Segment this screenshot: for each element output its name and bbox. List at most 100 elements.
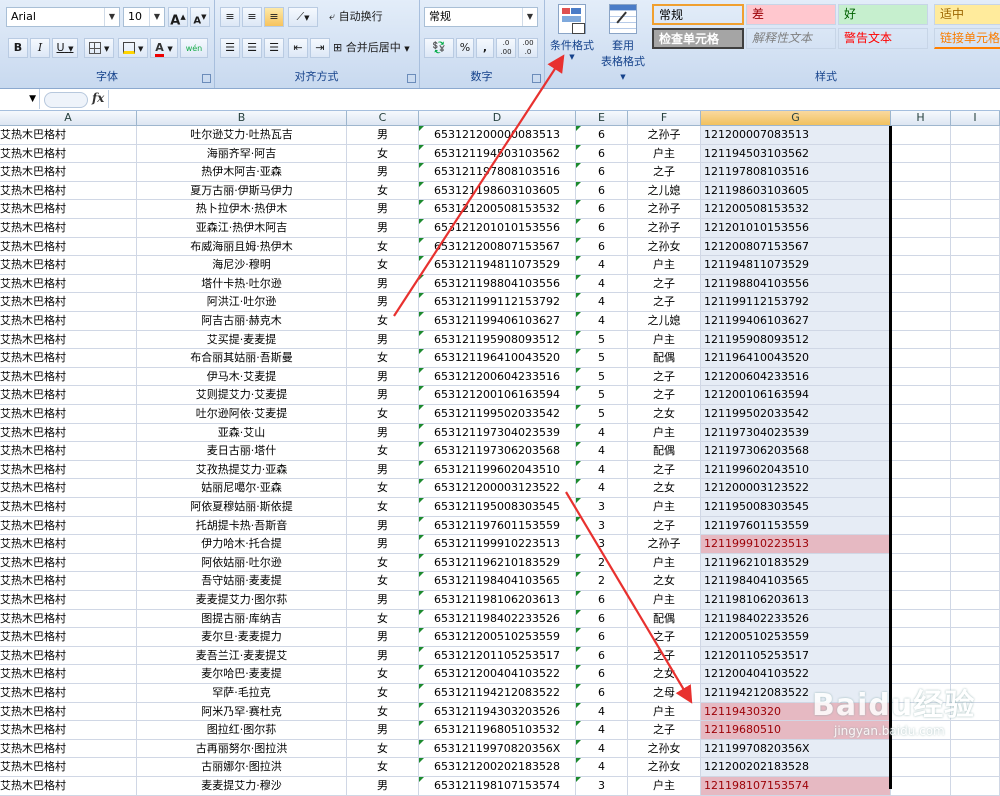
cell-e[interactable]: 6 xyxy=(576,219,628,238)
alignment-dialog-launcher-icon[interactable] xyxy=(407,74,416,83)
cell-g[interactable]: 121197306203568 xyxy=(701,442,891,461)
font-name-combo[interactable]: Arial ▼ xyxy=(6,7,120,27)
cell-c[interactable]: 男 xyxy=(347,591,419,610)
style-explanatory[interactable]: 解释性文本 xyxy=(746,28,836,49)
cell-i[interactable] xyxy=(951,126,1000,145)
align-center-icon[interactable]: ☰ xyxy=(242,38,262,58)
cell-c[interactable]: 男 xyxy=(347,423,419,443)
cell-c[interactable]: 男 xyxy=(347,628,419,647)
align-top-icon[interactable]: ≡ xyxy=(220,7,240,27)
column-header-c[interactable]: C xyxy=(347,111,419,126)
cell-e[interactable]: 4 xyxy=(576,293,628,312)
cell-c[interactable]: 男 xyxy=(347,200,419,219)
cell-b[interactable]: 夏万古丽·伊斯马伊力 xyxy=(137,181,347,201)
cell-i[interactable] xyxy=(951,349,1000,368)
cell-d[interactable]: 653121198107153574 xyxy=(419,777,576,796)
cell-g[interactable]: 121198106203613 xyxy=(701,591,891,610)
cell-e[interactable]: 6 xyxy=(576,126,628,145)
cell-c[interactable]: 男 xyxy=(347,516,419,536)
cell-e[interactable]: 6 xyxy=(576,181,628,201)
cell-g[interactable]: 121201010153556 xyxy=(701,219,891,238)
cell-h[interactable] xyxy=(891,591,951,610)
cell-c[interactable]: 女 xyxy=(347,498,419,517)
cell-c[interactable]: 女 xyxy=(347,349,419,368)
cell-c[interactable]: 男 xyxy=(347,386,419,405)
cell-d[interactable]: 653121197808103516 xyxy=(419,163,576,182)
cell-h[interactable] xyxy=(891,516,951,536)
cell-f[interactable]: 之孙子 xyxy=(628,535,701,554)
cell-b[interactable]: 阿米乃罕·赛杜克 xyxy=(137,702,347,722)
cell-b[interactable]: 热卜拉伊木·热伊木 xyxy=(137,200,347,219)
cell-a[interactable]: 艾热木巴格村 xyxy=(0,144,137,164)
cell-e[interactable]: 6 xyxy=(576,628,628,647)
currency-button[interactable]: 💱 xyxy=(424,38,454,58)
cell-a[interactable]: 艾热木巴格村 xyxy=(0,330,137,350)
cell-a[interactable]: 艾热木巴格村 xyxy=(0,758,137,777)
cell-b[interactable]: 塔什卡热·吐尔逊 xyxy=(137,274,347,294)
cell-g[interactable]: 121195008303545 xyxy=(701,498,891,517)
cell-b[interactable]: 麦尔哈巴·麦麦提 xyxy=(137,665,347,684)
chevron-down-icon[interactable]: ▼ xyxy=(29,94,36,104)
cell-d[interactable]: 653121199406103627 xyxy=(419,312,576,331)
cell-a[interactable]: 艾热木巴格村 xyxy=(0,405,137,424)
cell-f[interactable]: 户主 xyxy=(628,330,701,350)
grow-font-button[interactable]: A▲ xyxy=(168,7,188,28)
cell-b[interactable]: 亚森江·热伊木阿吉 xyxy=(137,219,347,238)
cell-g[interactable]: 121200003123522 xyxy=(701,479,891,498)
cell-b[interactable]: 托胡提卡热·吾斯音 xyxy=(137,516,347,536)
format-as-table-button[interactable]: 套用 表格格式 ▼ xyxy=(598,4,648,82)
cell-g[interactable]: 121199602043510 xyxy=(701,460,891,480)
cell-i[interactable] xyxy=(951,386,1000,405)
cell-g[interactable]: 121201105253517 xyxy=(701,646,891,666)
cell-c[interactable]: 男 xyxy=(347,646,419,666)
cell-e[interactable]: 6 xyxy=(576,665,628,684)
cell-d[interactable]: 653121194811073529 xyxy=(419,256,576,275)
cell-h[interactable] xyxy=(891,200,951,219)
style-warning[interactable]: 警告文本 xyxy=(838,28,928,49)
name-box[interactable]: ▼ xyxy=(0,89,40,109)
cell-f[interactable]: 配偶 xyxy=(628,609,701,629)
cell-i[interactable] xyxy=(951,739,1000,759)
cell-h[interactable] xyxy=(891,479,951,498)
cell-b[interactable]: 图拉红·图尔荪 xyxy=(137,721,347,740)
cell-a[interactable]: 艾热木巴格村 xyxy=(0,591,137,610)
cell-e[interactable]: 5 xyxy=(576,386,628,405)
cell-g[interactable]: 12119970820356X xyxy=(701,739,891,759)
cell-a[interactable]: 艾热木巴格村 xyxy=(0,553,137,573)
cell-d[interactable]: 653121199502033542 xyxy=(419,405,576,424)
font-dialog-launcher-icon[interactable] xyxy=(202,74,211,83)
cell-c[interactable]: 女 xyxy=(347,256,419,275)
cell-f[interactable]: 之女 xyxy=(628,665,701,684)
cell-e[interactable]: 5 xyxy=(576,405,628,424)
cell-f[interactable]: 之孙女 xyxy=(628,237,701,257)
column-header-i[interactable]: I xyxy=(951,111,1000,126)
cell-f[interactable]: 之子 xyxy=(628,628,701,647)
cell-f[interactable]: 之女 xyxy=(628,479,701,498)
cell-c[interactable]: 男 xyxy=(347,367,419,387)
cell-a[interactable]: 艾热木巴格村 xyxy=(0,498,137,517)
cell-i[interactable] xyxy=(951,758,1000,777)
cell-e[interactable]: 6 xyxy=(576,163,628,182)
cell-i[interactable] xyxy=(951,274,1000,294)
cell-i[interactable] xyxy=(951,591,1000,610)
cell-b[interactable]: 吐尔逊艾力·吐热瓦吉 xyxy=(137,126,347,145)
cell-b[interactable]: 麦麦提艾力·图尔荪 xyxy=(137,591,347,610)
cell-i[interactable] xyxy=(951,553,1000,573)
comma-button[interactable]: , xyxy=(476,38,494,58)
wrap-text-button[interactable]: ⤶ 自动换行 xyxy=(328,7,414,27)
cell-h[interactable] xyxy=(891,646,951,666)
increase-indent-icon[interactable]: ⇥ xyxy=(310,38,330,58)
cell-c[interactable]: 女 xyxy=(347,758,419,777)
cell-h[interactable] xyxy=(891,572,951,591)
cell-h[interactable] xyxy=(891,553,951,573)
cell-f[interactable]: 之子 xyxy=(628,386,701,405)
cell-i[interactable] xyxy=(951,367,1000,387)
cell-f[interactable]: 之孙女 xyxy=(628,739,701,759)
cell-e[interactable]: 4 xyxy=(576,460,628,480)
cell-d[interactable]: 653121200404103522 xyxy=(419,665,576,684)
cell-d[interactable]: 653121200202183528 xyxy=(419,758,576,777)
cell-d[interactable]: 653121201010153556 xyxy=(419,219,576,238)
cell-b[interactable]: 海丽齐罕·阿吉 xyxy=(137,144,347,164)
cell-d[interactable]: 653121198402233526 xyxy=(419,609,576,629)
number-dialog-launcher-icon[interactable] xyxy=(532,74,541,83)
